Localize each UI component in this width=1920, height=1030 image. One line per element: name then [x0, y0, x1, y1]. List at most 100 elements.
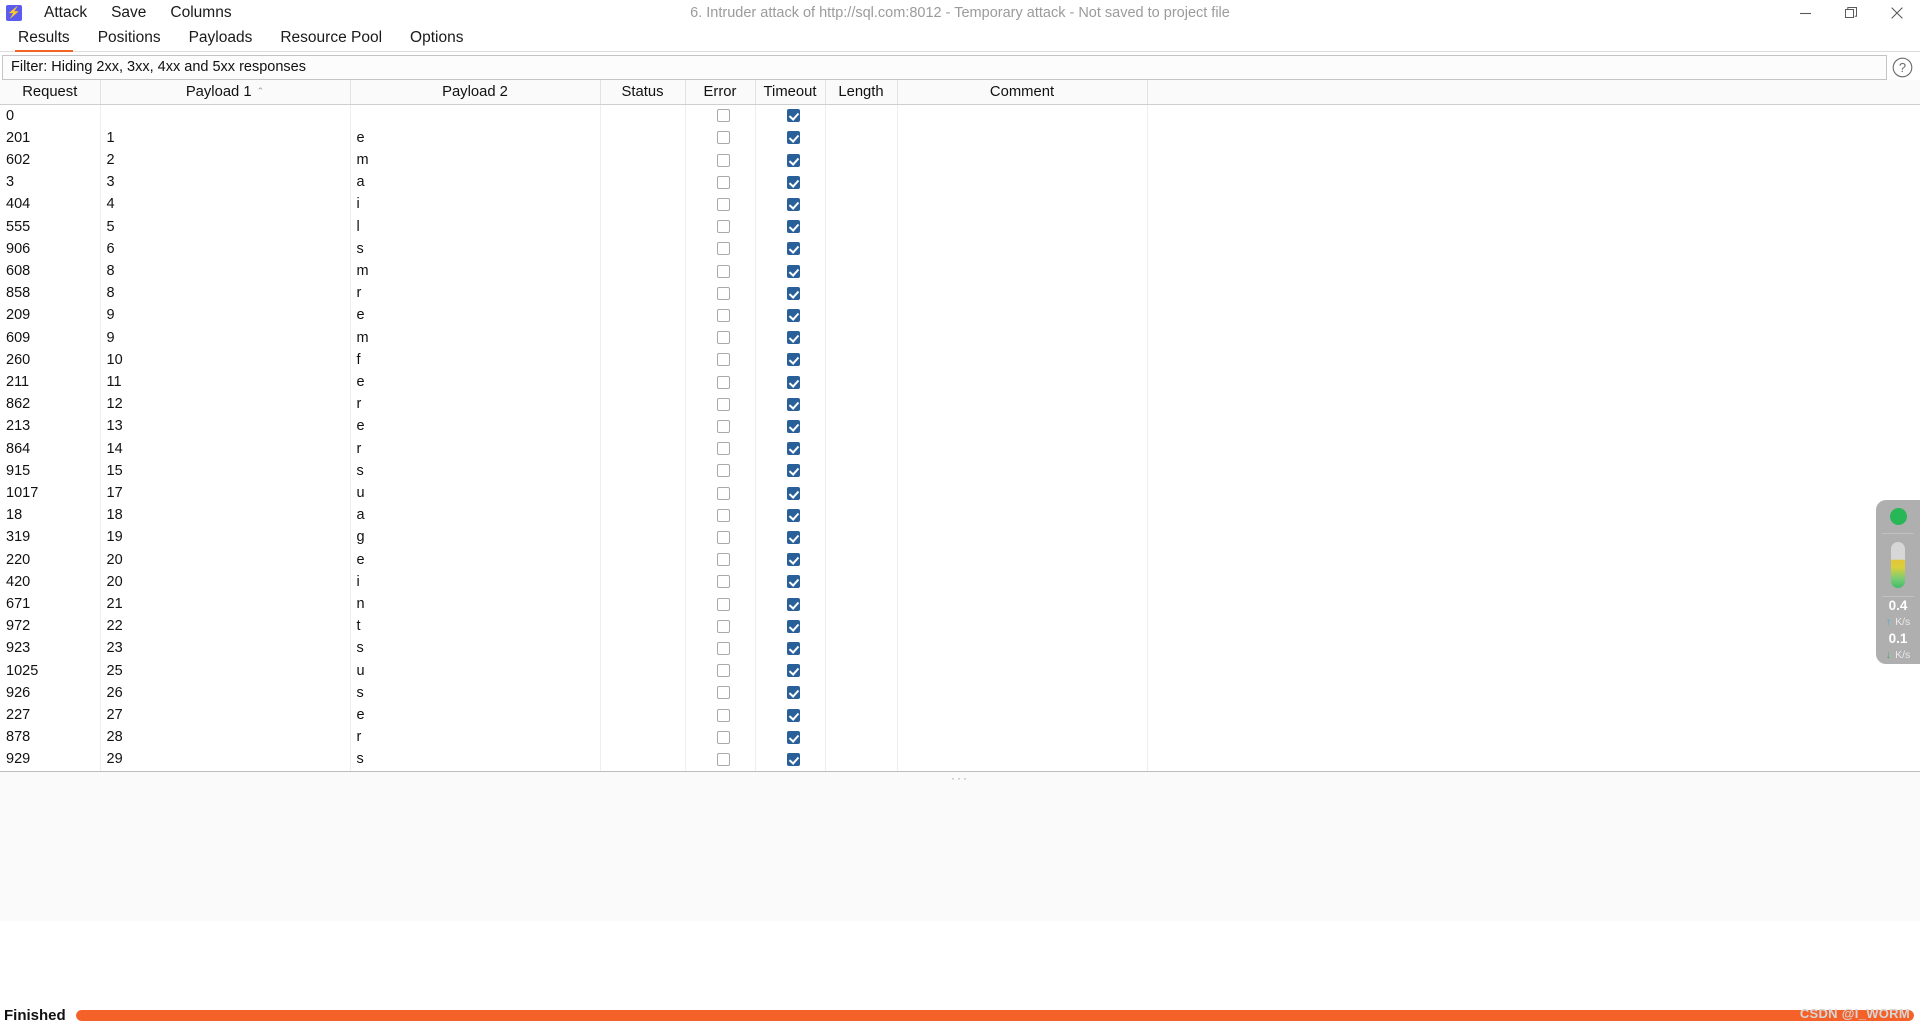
- timeout-checkbox[interactable]: [786, 175, 800, 189]
- timeout-checkbox[interactable]: [786, 553, 800, 567]
- table-row[interactable]: 213 13 e: [0, 415, 1920, 438]
- error-checkbox[interactable]: [716, 109, 730, 123]
- network-speed-widget[interactable]: 0.4 ↑ K/s 0.1 ↓ K/s: [1876, 500, 1920, 664]
- timeout-checkbox[interactable]: [786, 664, 800, 678]
- timeout-checkbox[interactable]: [786, 109, 800, 123]
- column-header-payload1[interactable]: Payload 1 ⌃: [100, 80, 351, 105]
- error-checkbox[interactable]: [716, 242, 730, 256]
- column-header-status[interactable]: Status: [600, 80, 686, 105]
- timeout-checkbox[interactable]: [786, 531, 800, 545]
- error-checkbox[interactable]: [716, 397, 730, 411]
- error-checkbox[interactable]: [716, 508, 730, 522]
- tab-payloads[interactable]: Payloads: [175, 27, 267, 51]
- menu-item-columns[interactable]: Columns: [158, 2, 243, 24]
- error-checkbox[interactable]: [716, 153, 730, 167]
- table-row[interactable]: 404 4 i: [0, 193, 1920, 216]
- error-checkbox[interactable]: [716, 442, 730, 456]
- error-checkbox[interactable]: [716, 553, 730, 567]
- timeout-checkbox[interactable]: [786, 486, 800, 500]
- timeout-checkbox[interactable]: [786, 708, 800, 722]
- pane-splitter[interactable]: ···: [0, 770, 1920, 785]
- timeout-checkbox[interactable]: [786, 375, 800, 389]
- close-icon[interactable]: [1874, 0, 1920, 26]
- error-checkbox[interactable]: [716, 175, 730, 189]
- column-header-request[interactable]: Request: [0, 80, 101, 105]
- table-row[interactable]: 1017 17 u: [0, 481, 1920, 505]
- question-mark-icon[interactable]: ?: [1890, 55, 1914, 79]
- table-row[interactable]: 220 20 e: [0, 548, 1920, 571]
- table-row[interactable]: 878 28 r: [0, 726, 1920, 749]
- table-row[interactable]: 608 8 m: [0, 259, 1920, 283]
- menu-item-attack[interactable]: Attack: [32, 2, 99, 24]
- table-row[interactable]: 555 5 l: [0, 215, 1920, 238]
- timeout-checkbox[interactable]: [786, 464, 800, 478]
- table-row[interactable]: 906 6 s: [0, 237, 1920, 260]
- error-checkbox[interactable]: [716, 686, 730, 700]
- table-row[interactable]: 972 22 t: [0, 615, 1920, 638]
- menu-item-save[interactable]: Save: [99, 2, 158, 24]
- tab-options[interactable]: Options: [396, 27, 477, 51]
- table-row[interactable]: 0: [0, 104, 1920, 127]
- error-checkbox[interactable]: [716, 131, 730, 145]
- error-checkbox[interactable]: [716, 730, 730, 744]
- timeout-checkbox[interactable]: [786, 153, 800, 167]
- error-checkbox[interactable]: [716, 664, 730, 678]
- column-header-timeout[interactable]: Timeout: [755, 80, 826, 105]
- column-header-error[interactable]: Error: [685, 80, 756, 105]
- error-checkbox[interactable]: [716, 375, 730, 389]
- table-row[interactable]: 864 14 r: [0, 437, 1920, 460]
- timeout-checkbox[interactable]: [786, 242, 800, 256]
- table-row[interactable]: 671 21 n: [0, 592, 1920, 616]
- error-checkbox[interactable]: [716, 486, 730, 500]
- error-checkbox[interactable]: [716, 708, 730, 722]
- table-row[interactable]: 923 23 s: [0, 637, 1920, 660]
- error-checkbox[interactable]: [716, 353, 730, 367]
- table-row[interactable]: 420 20 i: [0, 570, 1920, 593]
- timeout-checkbox[interactable]: [786, 686, 800, 700]
- error-checkbox[interactable]: [716, 531, 730, 545]
- timeout-checkbox[interactable]: [786, 575, 800, 589]
- maximize-icon[interactable]: [1828, 0, 1874, 26]
- table-row[interactable]: 18 18 a: [0, 504, 1920, 527]
- timeout-checkbox[interactable]: [786, 642, 800, 656]
- timeout-checkbox[interactable]: [786, 309, 800, 322]
- table-row[interactable]: 319 19 g: [0, 526, 1920, 549]
- timeout-checkbox[interactable]: [786, 397, 800, 411]
- timeout-checkbox[interactable]: [786, 197, 800, 211]
- column-header-comment[interactable]: Comment: [897, 80, 1148, 105]
- table-row[interactable]: 227 27 e: [0, 703, 1920, 727]
- tab-resource-pool[interactable]: Resource Pool: [266, 27, 396, 51]
- error-checkbox[interactable]: [716, 220, 730, 234]
- timeout-checkbox[interactable]: [786, 619, 800, 633]
- table-row[interactable]: 926 26 s: [0, 681, 1920, 704]
- table-row[interactable]: 602 2 m: [0, 148, 1920, 172]
- error-checkbox[interactable]: [716, 420, 730, 434]
- timeout-checkbox[interactable]: [786, 331, 800, 345]
- column-header-length[interactable]: Length: [825, 80, 898, 105]
- table-row[interactable]: 209 9 e: [0, 304, 1920, 327]
- timeout-checkbox[interactable]: [786, 420, 800, 434]
- timeout-checkbox[interactable]: [786, 730, 800, 744]
- table-row[interactable]: 858 8 r: [0, 282, 1920, 305]
- status-indicator-dot[interactable]: [1889, 508, 1907, 525]
- error-checkbox[interactable]: [716, 642, 730, 656]
- error-checkbox[interactable]: [716, 619, 730, 633]
- tab-results[interactable]: Results: [4, 27, 84, 52]
- error-checkbox[interactable]: [716, 597, 730, 611]
- table-row[interactable]: 211 11 e: [0, 370, 1920, 394]
- timeout-checkbox[interactable]: [786, 597, 800, 611]
- timeout-checkbox[interactable]: [786, 508, 800, 522]
- timeout-checkbox[interactable]: [786, 286, 800, 300]
- error-checkbox[interactable]: [716, 464, 730, 478]
- timeout-checkbox[interactable]: [786, 353, 800, 367]
- error-checkbox[interactable]: [716, 575, 730, 589]
- table-row[interactable]: 201 1 e: [0, 126, 1920, 149]
- tab-positions[interactable]: Positions: [84, 27, 175, 51]
- error-checkbox[interactable]: [716, 309, 730, 322]
- table-row[interactable]: 609 9 m: [0, 326, 1920, 349]
- timeout-checkbox[interactable]: [786, 220, 800, 234]
- table-row[interactable]: 929 29 s: [0, 748, 1920, 771]
- error-checkbox[interactable]: [716, 264, 730, 278]
- error-checkbox[interactable]: [716, 197, 730, 211]
- timeout-checkbox[interactable]: [786, 442, 800, 456]
